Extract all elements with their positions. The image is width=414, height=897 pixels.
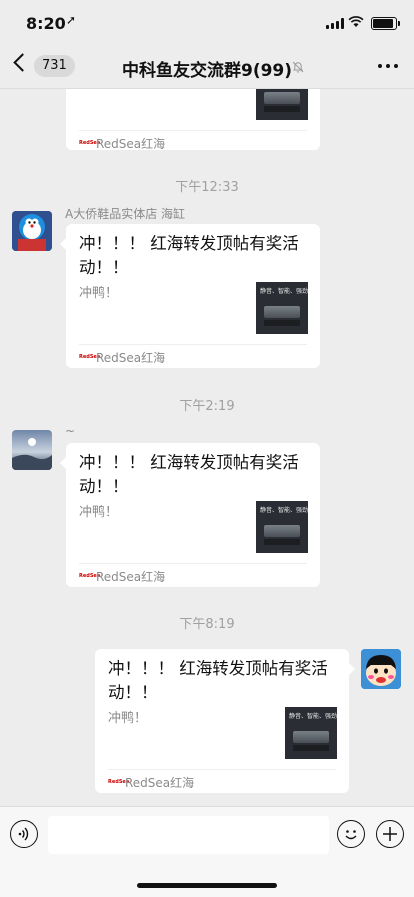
emoji-button[interactable]	[337, 820, 365, 848]
product-image	[264, 92, 300, 112]
status-bar: 8:20 ➚	[0, 0, 414, 44]
card-source: RedSea红海	[96, 570, 166, 584]
card-source: RedSea红海	[96, 137, 166, 151]
status-time: 8:20	[26, 14, 66, 33]
link-card[interactable]: 冲！！！ 红海转发顶帖有奖活动！！ 冲鸭！ 静音、智能、强劲 RedSea Re…	[95, 649, 355, 793]
home-indicator	[137, 883, 277, 888]
redsea-logo-icon: RedSea	[108, 779, 130, 785]
cartoon-avatar-icon	[361, 649, 401, 689]
avatar[interactable]	[12, 430, 52, 470]
avatar[interactable]	[361, 649, 401, 689]
add-more-button[interactable]	[376, 820, 404, 848]
card-title: 冲！！！ 红海转发顶帖有奖活动！！	[79, 234, 299, 277]
plus-icon	[383, 827, 397, 841]
card-thumbnail: 静音、智能、强劲	[256, 501, 308, 553]
landscape-avatar-icon	[12, 430, 52, 470]
card-description: 冲鸭！	[108, 711, 148, 726]
sender-name: ~	[65, 424, 76, 438]
card-thumbnail	[256, 89, 308, 120]
voice-input-button[interactable]	[10, 820, 38, 848]
link-card[interactable]: 冲！！！ 红海转发顶帖有奖活动！！ 冲鸭！ 静音、智能、强劲 RedSea Re…	[60, 443, 320, 587]
avatar[interactable]	[12, 211, 52, 251]
card-title: 冲！！！ 红海转发顶帖有奖活动！！	[79, 453, 299, 496]
card-thumbnail: 静音、智能、强劲	[285, 707, 337, 759]
smiley-icon	[345, 830, 357, 840]
battery-icon	[371, 17, 400, 30]
bell-muted-icon	[292, 61, 304, 73]
card-thumbnail: 静音、智能、强劲	[256, 282, 308, 334]
input-bar	[0, 806, 414, 897]
timestamp: 下午8:19	[179, 617, 235, 632]
card-title: 冲！！！ 红海转发顶帖有奖活动！！	[108, 659, 328, 702]
redsea-logo-icon: RedSea	[79, 140, 101, 146]
doraemon-avatar-icon	[12, 211, 52, 251]
chat-title: 中科鱼友交流群9(99)	[121, 61, 293, 81]
card-source: RedSea红海	[125, 776, 195, 790]
location-arrow-icon: ➚	[66, 13, 77, 27]
card-description: 冲鸭！	[79, 505, 119, 520]
message-input[interactable]	[48, 816, 329, 854]
card-source: RedSea红海	[96, 351, 166, 365]
card-description: 冲鸭！	[79, 286, 119, 301]
product-image	[264, 306, 300, 326]
link-card[interactable]: RedSea RedSea红海	[66, 89, 320, 151]
redsea-logo-icon: RedSea	[79, 573, 101, 579]
chat-messages: RedSea RedSea红海 下午12:33 A大侨鞋品实体店 海缸 冲！！！…	[0, 89, 414, 806]
product-image	[293, 731, 329, 751]
sender-name: A大侨鞋品实体店 海缸	[65, 207, 186, 221]
redsea-logo-icon: RedSea	[79, 354, 101, 360]
nav-bar: 731 中科鱼友交流群9(99)	[0, 44, 414, 89]
wifi-icon	[348, 16, 364, 27]
timestamp: 下午2:19	[179, 399, 235, 414]
timestamp: 下午12:33	[175, 180, 239, 195]
signal-icon	[326, 18, 344, 29]
link-card[interactable]: 冲！！！ 红海转发顶帖有奖活动！！ 冲鸭！ 静音、智能、强劲 RedSea Re…	[60, 224, 320, 368]
product-image	[264, 525, 300, 545]
more-dots-icon[interactable]	[378, 64, 398, 68]
voice-wave-icon	[18, 827, 29, 841]
